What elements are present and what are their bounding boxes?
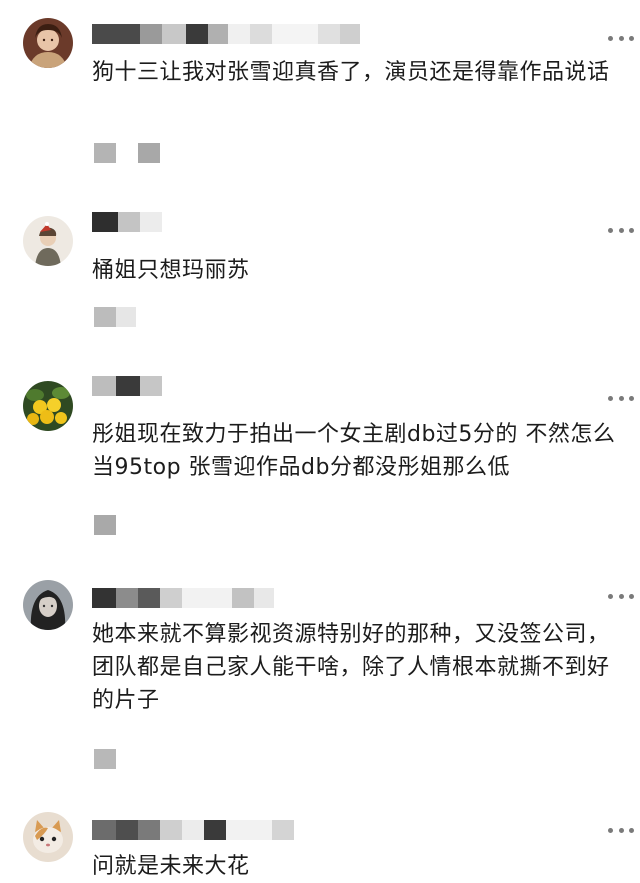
comment-meta-redacted [94,306,136,328]
avatar-girl-icon[interactable] [23,580,73,630]
comment-text: 问就是未来大花 [92,854,250,879]
more-options-icon[interactable] [608,30,634,46]
comment-feed: { "comments": [ { "text": "狗十三让我对张雪迎真香了，… [0,0,640,879]
comment-item: 狗十三让我对张雪迎真香了，演员还是得靠作品说话 [0,0,640,190]
comment-text: 她本来就不算影视资源特别好的那种，又没签公司，团队都是自己家人能干啥，除了人情根… [92,622,610,713]
comment-text: 桶姐只想玛丽苏 [92,258,250,283]
more-options-icon[interactable] [608,222,634,238]
comment-text: 彤姐现在致力于拍出一个女主剧db过5分的 不然怎么当95top 张雪迎作品db分… [92,422,616,480]
avatar-portrait-icon[interactable] [23,18,73,68]
comment-item: 她本来就不算影视资源特别好的那种，又没签公司，团队都是自己家人能干啥，除了人情根… [0,578,640,798]
username-redacted[interactable] [92,22,360,46]
avatar-fruit-icon[interactable] [23,381,73,431]
username-redacted[interactable] [92,374,162,398]
avatar-cat-icon[interactable] [23,812,73,862]
comment-meta-redacted [94,142,160,164]
more-options-icon[interactable] [608,588,634,604]
comment-meta-redacted [94,748,116,770]
more-options-icon[interactable] [608,822,634,838]
comment-item: 彤姐现在致力于拍出一个女主剧db过5分的 不然怎么当95top 张雪迎作品db分… [0,368,640,578]
more-options-icon[interactable] [608,390,634,406]
comment-text: 狗十三让我对张雪迎真香了，演员还是得靠作品说话 [92,60,610,85]
avatar-illustration-icon[interactable] [23,216,73,266]
username-redacted[interactable] [92,210,162,234]
comment-item: 问就是未来大花 [0,798,640,879]
comment-item: 桶姐只想玛丽苏 [0,190,640,368]
comment-meta-redacted [94,514,116,536]
username-redacted[interactable] [92,818,294,842]
username-redacted[interactable] [92,586,274,610]
